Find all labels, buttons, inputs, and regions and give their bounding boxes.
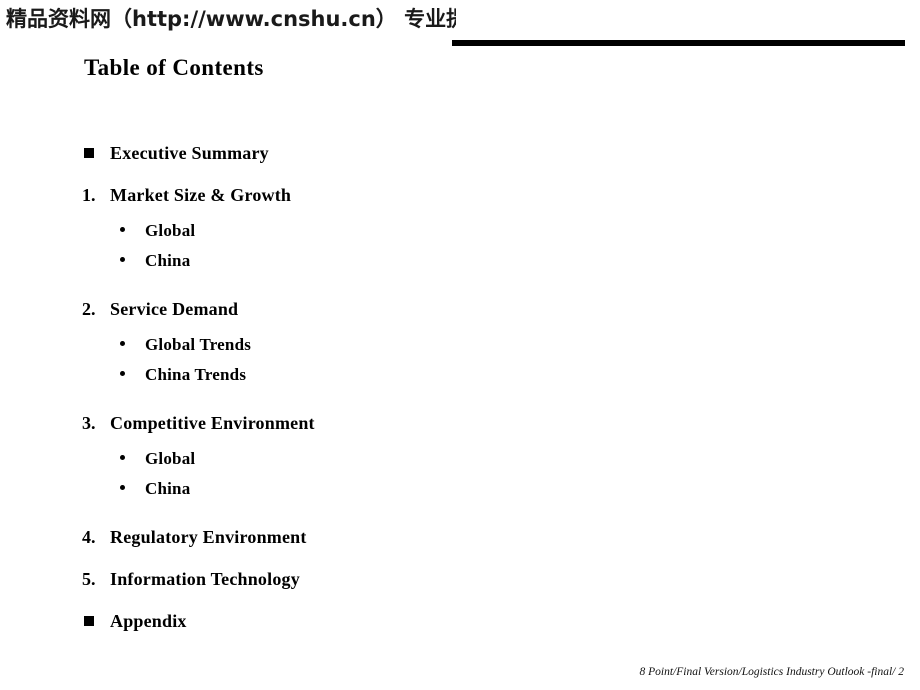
toc-subitem-china-competitive[interactable]: China xyxy=(0,474,920,504)
dot-bullet-icon xyxy=(120,444,145,474)
toc-subitem-global[interactable]: Global xyxy=(0,216,920,246)
toc-item-number: 1. xyxy=(82,185,96,206)
dot-bullet-icon xyxy=(120,246,145,276)
toc-item-number: 5. xyxy=(82,569,96,590)
toc-item-regulatory-environment[interactable]: 4. Regulatory Environment xyxy=(0,516,920,558)
site-watermark: 精品资料网（http://www.cnshu.cn） 专业提供企管培训资料 xyxy=(6,7,456,31)
header-rule xyxy=(452,40,905,46)
square-bullet-icon xyxy=(84,132,110,174)
dot-bullet-icon xyxy=(120,474,145,504)
toc-item-executive-summary[interactable]: Executive Summary xyxy=(0,132,920,174)
square-bullet-icon xyxy=(84,600,110,642)
toc-subitem-label: Global xyxy=(145,221,196,241)
page-title: Table of Contents xyxy=(84,55,264,80)
toc-item-label: Regulatory Environment xyxy=(110,527,307,548)
slide-footer: 8 Point/Final Version/Logistics Industry… xyxy=(639,666,905,678)
toc-item-label: Appendix xyxy=(110,611,187,632)
toc-item-label: Service Demand xyxy=(110,299,239,320)
toc-subitem-global-competitive[interactable]: Global xyxy=(0,444,920,474)
toc-subitem-label: Global xyxy=(145,449,196,469)
toc-item-label: Market Size & Growth xyxy=(110,185,292,206)
toc-subitem-label: China xyxy=(145,479,191,499)
dot-bullet-icon xyxy=(120,330,145,360)
toc-item-competitive-environment[interactable]: 3. Competitive Environment xyxy=(0,402,920,444)
toc-item-market-size-growth[interactable]: 1. Market Size & Growth xyxy=(0,174,920,216)
toc-item-number: 2. xyxy=(82,299,96,320)
toc-subitem-china[interactable]: China xyxy=(0,246,920,276)
toc-subitem-china-trends[interactable]: China Trends xyxy=(0,360,920,390)
toc-item-label: Competitive Environment xyxy=(110,413,315,434)
toc-item-label: Information Technology xyxy=(110,569,300,590)
toc-item-appendix[interactable]: Appendix xyxy=(0,600,920,642)
dot-bullet-icon xyxy=(120,216,145,246)
toc-item-information-technology[interactable]: 5. Information Technology xyxy=(0,558,920,600)
table-of-contents-list: Executive Summary 1. Market Size & Growth… xyxy=(0,132,920,642)
toc-subitem-label: Global Trends xyxy=(145,335,252,355)
toc-item-label: Executive Summary xyxy=(110,143,269,164)
toc-subitem-label: China xyxy=(145,251,191,271)
toc-subitem-global-trends[interactable]: Global Trends xyxy=(0,330,920,360)
toc-subitem-label: China Trends xyxy=(145,365,247,385)
toc-item-number: 3. xyxy=(82,413,96,434)
toc-item-number: 4. xyxy=(82,527,96,548)
toc-item-service-demand[interactable]: 2. Service Demand xyxy=(0,288,920,330)
dot-bullet-icon xyxy=(120,360,145,390)
